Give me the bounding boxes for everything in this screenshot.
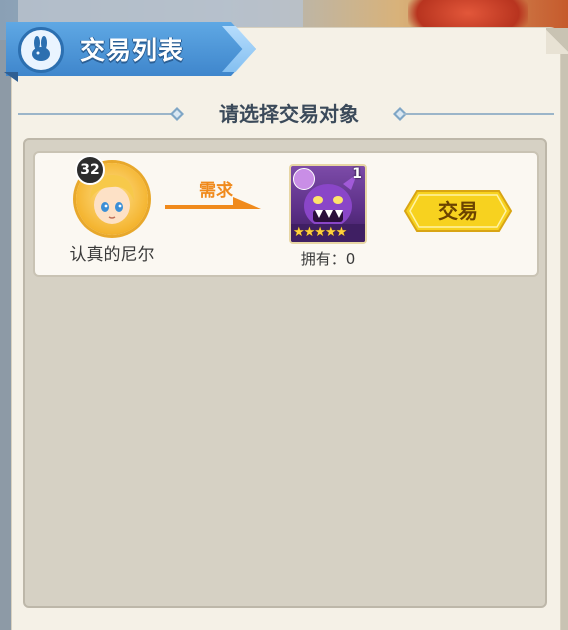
panel-corner: [546, 28, 568, 54]
diamond-icon: [170, 107, 184, 121]
page-title: 交易列表: [80, 36, 185, 65]
owned-count: 拥有：0: [300, 250, 356, 268]
trade-button[interactable]: 交易: [403, 189, 513, 233]
subtitle: 请选择交易对象: [219, 102, 359, 126]
element-badge: [293, 168, 315, 190]
demand-item-card[interactable]: 1 ★★★★★: [289, 164, 367, 244]
trade-button-label: 交易: [438, 199, 478, 223]
rabbit-icon: [18, 27, 64, 73]
divider-right: [404, 113, 554, 115]
item-count: 1: [352, 166, 362, 182]
player-name: 认真的尼尔: [69, 245, 155, 265]
divider-left: [18, 113, 178, 115]
star-rating: ★★★★★: [293, 225, 347, 240]
arrow-right-icon: [165, 197, 261, 209]
level-badge: 32: [75, 155, 105, 185]
